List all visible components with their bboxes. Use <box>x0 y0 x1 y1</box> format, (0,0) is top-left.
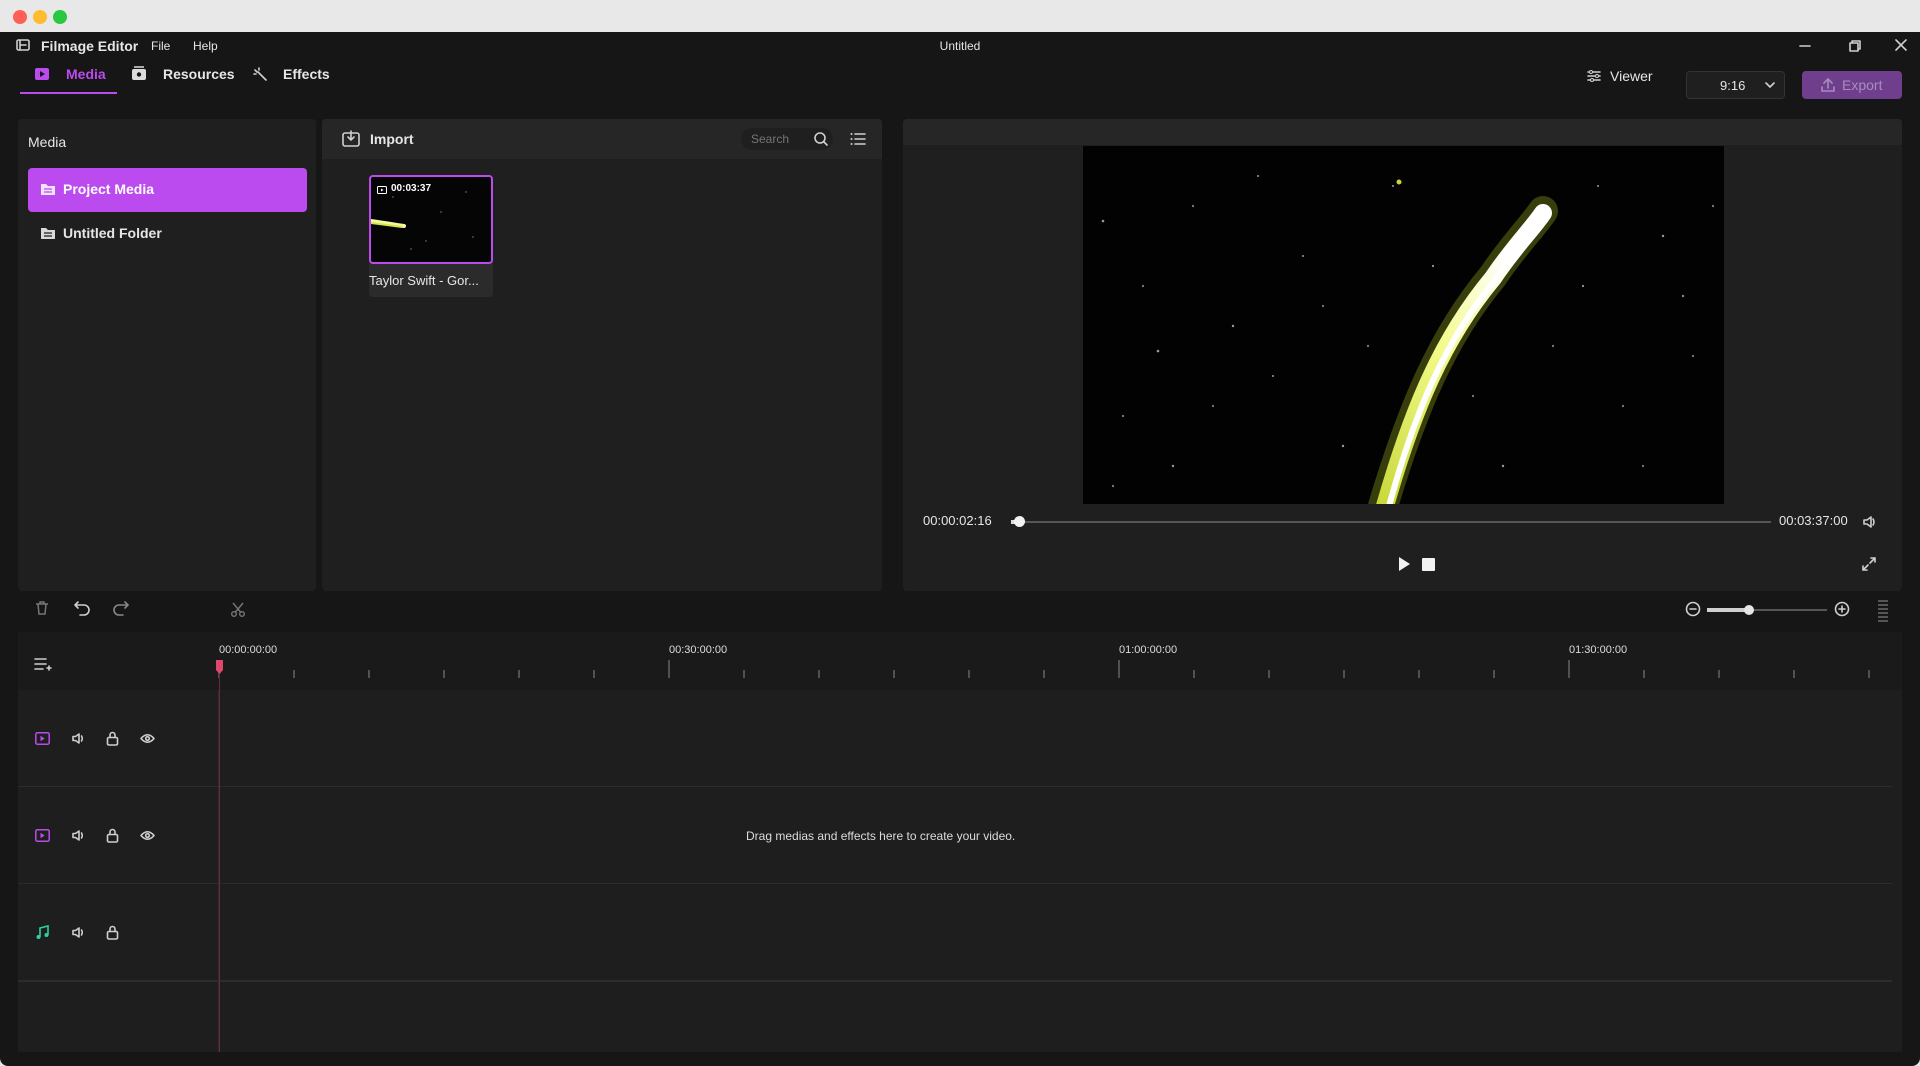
document-title: Untitled <box>939 39 981 53</box>
app-name: Filmage Editor <box>41 38 139 54</box>
restore-icon[interactable] <box>1848 39 1862 53</box>
tab-effects[interactable]: Effects <box>252 64 342 94</box>
export-icon <box>1820 77 1836 93</box>
music-note-icon <box>35 925 50 940</box>
clip-duration: 00:03:37 <box>391 183 432 194</box>
undo-icon[interactable] <box>73 600 91 616</box>
playhead-line <box>219 662 220 1052</box>
progress-handle[interactable] <box>1013 516 1025 527</box>
folder-untitled[interactable]: Untitled Folder <box>28 212 307 256</box>
zoom-slider-handle[interactable] <box>1744 605 1754 615</box>
magic-wand-icon <box>252 66 268 82</box>
stop-button[interactable] <box>1422 558 1435 571</box>
viewer-header <box>903 119 1902 145</box>
play-button[interactable] <box>1396 556 1412 572</box>
video-track-2[interactable]: Drag medias and effects here to create y… <box>18 787 1892 884</box>
import-icon <box>342 130 360 148</box>
timeline-empty-hint: Drag medias and effects here to create y… <box>746 829 1016 843</box>
viewer-label: Viewer <box>1610 68 1653 84</box>
lock-icon[interactable] <box>106 925 119 940</box>
menu-file[interactable]: File <box>151 39 170 53</box>
video-preview[interactable] <box>1083 146 1724 504</box>
export-label: Export <box>1842 77 1883 93</box>
video-icon <box>377 185 387 195</box>
folder-icon <box>40 226 56 240</box>
close-window-button[interactable] <box>13 10 27 24</box>
zoom-slider-fill <box>1707 608 1749 612</box>
resources-icon <box>131 66 147 82</box>
mute-icon[interactable] <box>71 828 86 843</box>
tab-resources[interactable]: Resources <box>131 64 235 94</box>
ruler-ticks <box>218 660 1870 678</box>
timeline-handle-icon[interactable] <box>1878 600 1888 622</box>
media-clip-card[interactable]: 00:03:37 Taylor Swift - Gor... <box>369 175 493 297</box>
progress-track[interactable] <box>1011 521 1771 523</box>
tab-resources-label: Resources <box>163 66 235 82</box>
search-icon[interactable] <box>813 131 829 147</box>
aspect-ratio-value: 9:16 <box>1720 78 1746 93</box>
video-track-icon <box>35 732 50 745</box>
search-input[interactable] <box>751 130 807 148</box>
media-sidebar: Media Project Media Untitled Folder <box>18 119 316 591</box>
viewer-button[interactable]: Viewer <box>1586 64 1666 88</box>
import-label: Import <box>370 131 414 147</box>
lock-icon[interactable] <box>106 731 119 746</box>
video-track-icon <box>35 829 50 842</box>
zoom-window-button[interactable] <box>53 10 67 24</box>
tab-media-label: Media <box>66 66 106 82</box>
folder-label: Project Media <box>63 181 155 197</box>
current-time: 00:00:02:16 <box>923 513 992 528</box>
zoom-in-icon[interactable] <box>1834 601 1850 617</box>
chevron-down-icon <box>1765 80 1775 90</box>
fullscreen-icon[interactable] <box>1861 556 1877 572</box>
audio-track[interactable] <box>18 884 1892 982</box>
minimize-icon[interactable] <box>1798 39 1812 53</box>
viewer-panel: 00:00:02:16 00:03:37:00 <box>903 119 1902 591</box>
import-button[interactable]: Import <box>342 130 432 150</box>
export-button[interactable]: Export <box>1802 71 1902 99</box>
window-titlebar <box>0 0 1920 32</box>
zoom-out-icon[interactable] <box>1685 601 1701 617</box>
lock-icon[interactable] <box>106 828 119 843</box>
redo-icon[interactable] <box>112 600 130 616</box>
eye-icon[interactable] <box>140 732 155 745</box>
library-panel: Import 00:03:37 <box>322 119 882 591</box>
total-time: 00:03:37:00 <box>1779 513 1848 528</box>
clip-name: Taylor Swift - Gor... <box>369 273 479 288</box>
tab-media[interactable]: Media <box>20 64 117 94</box>
eye-icon[interactable] <box>140 829 155 842</box>
scissors-icon[interactable] <box>230 602 246 618</box>
clip-thumbnail: 00:03:37 <box>369 175 493 264</box>
media-tab-icon <box>34 66 50 82</box>
folder-label: Untitled Folder <box>63 225 162 241</box>
folder-project-media[interactable]: Project Media <box>28 168 307 212</box>
media-sidebar-title: Media <box>28 134 67 150</box>
mute-icon[interactable] <box>71 731 86 746</box>
app-window: Filmage Editor File Help Untitled Media … <box>0 32 1920 1066</box>
close-icon[interactable] <box>1894 38 1908 52</box>
delete-icon[interactable] <box>34 600 50 616</box>
minimize-window-button[interactable] <box>33 10 47 24</box>
list-view-icon[interactable] <box>850 131 866 147</box>
sliders-icon <box>1586 68 1602 84</box>
app-logo-icon <box>16 38 30 52</box>
tab-effects-label: Effects <box>283 66 330 82</box>
menu-help[interactable]: Help <box>193 39 218 53</box>
volume-icon[interactable] <box>1862 514 1878 530</box>
video-track-1[interactable] <box>18 690 1892 787</box>
timeline: 00:00:00:00 00:30:00:00 01:00:00:00 01:3… <box>18 632 1902 1052</box>
folder-icon <box>40 182 56 196</box>
mute-icon[interactable] <box>71 925 86 940</box>
playhead-marker[interactable] <box>216 660 223 674</box>
search-box[interactable] <box>741 128 833 150</box>
aspect-ratio-select[interactable]: 9:16 <box>1686 71 1785 99</box>
